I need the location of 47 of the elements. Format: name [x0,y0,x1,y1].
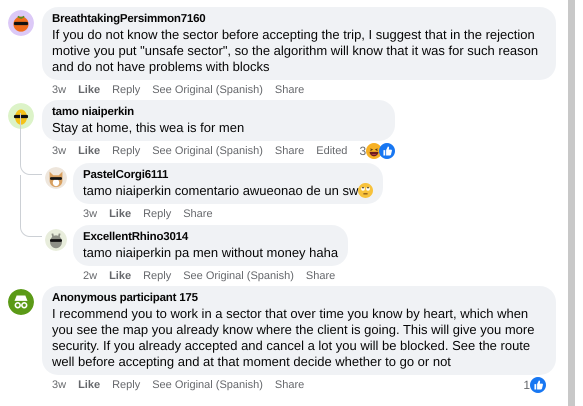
comment-text: Stay at home, this wea is for men [52,120,246,136]
comment-text: If you do not know the sector before accepting the trip, I suggest that in the rejection motive you put "unsafe sector", so the algorithm will know that it was for such reason and do not have problems with blocks [52,27,540,75]
like-link[interactable]: Like [78,376,100,394]
timestamp: 3w [52,144,66,159]
thumbs-up-icon[interactable] [530,377,546,393]
share-link[interactable]: Share [306,268,336,284]
reply-link[interactable]: Reply [112,376,140,394]
avatar-icon[interactable] [45,167,67,189]
see-original-link[interactable]: See Original (Spanish) [152,376,263,394]
see-original-link[interactable]: See Original (Spanish) [152,82,263,98]
thumbs-up-icon[interactable] [379,143,396,159]
timestamp: 3w [52,378,66,393]
author-name[interactable]: Anonymous participant 175 [52,291,546,306]
see-original-link[interactable]: See Original (Spanish) [183,268,294,284]
reply-link[interactable]: Reply [112,82,140,98]
author-name[interactable]: PastelCorgi6111 [83,168,374,183]
author-name[interactable]: ExcellentRhino3014 [83,230,338,245]
share-link[interactable]: Share [183,206,213,222]
avatar-icon[interactable] [8,103,34,129]
author-name[interactable]: tamo niaiperkin [52,105,386,120]
author-name[interactable]: BreathtakingPersimmon7160 [52,12,546,27]
reply-link[interactable]: Reply [112,142,140,160]
reply-link[interactable]: Reply [143,206,172,222]
like-link[interactable]: Like [109,268,132,284]
thread-connector [20,113,42,175]
avatar-icon[interactable] [45,229,67,251]
timestamp: 2w [83,268,98,284]
avatar-icon[interactable] [8,10,34,36]
timestamp: 3w [83,206,98,222]
timestamp: 3w [52,82,66,98]
share-link[interactable]: Share [274,82,304,98]
reaction-count[interactable]: 3 [359,142,366,160]
eye-roll-emoji-icon [358,183,374,198]
share-link[interactable]: Share [274,142,304,160]
like-link[interactable]: Like [109,206,132,222]
scrollbar[interactable] [568,0,575,406]
comment-text: tamo niaiperkin comentario awueonao de un sw [83,183,374,199]
reaction-count[interactable]: 1 [523,376,530,394]
like-link[interactable]: Like [78,82,100,98]
thread-connector [20,175,42,237]
see-original-link[interactable]: See Original (Spanish) [152,142,263,160]
comment-text: tamo niaiperkin pa men without money haha [83,245,338,261]
reply-link[interactable]: Reply [143,268,172,284]
share-link[interactable]: Share [274,376,304,394]
comment-text: I recommend you to work in a sector that over time you know by heart, which when you see the map you already know where the client is going. This will give you more security. If you already accepted and cancel a lot you will be blocked. See the route well before accepting and at that moment decide whether to go or not [52,306,536,370]
like-link[interactable]: Like [78,142,100,160]
edited-label: Edited [316,144,348,159]
